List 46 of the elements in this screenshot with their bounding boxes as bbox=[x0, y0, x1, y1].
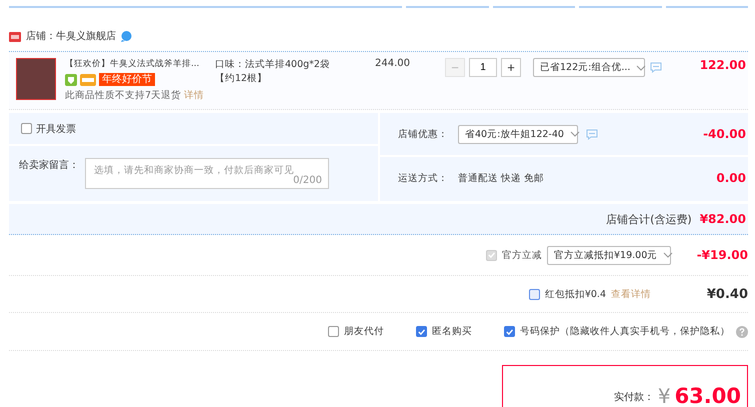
option-label: 朋友代付 bbox=[344, 325, 384, 338]
discount-dropdown[interactable]: 省40元:放牛姐122-40 bbox=[458, 124, 578, 144]
coupon-deduction-amount: ¥0.40 bbox=[706, 286, 748, 302]
unit-price: 244.00 bbox=[375, 58, 411, 69]
checkbox[interactable] bbox=[528, 288, 540, 300]
official-discount-amount: -¥19.00 bbox=[696, 248, 748, 262]
help-icon[interactable] bbox=[736, 326, 748, 338]
shipping-amount: 0.00 bbox=[716, 171, 746, 185]
invoice-label: 开具发票 bbox=[36, 122, 76, 136]
shop-name[interactable]: 店铺：牛臭义旗舰店 bbox=[26, 29, 116, 43]
currency-symbol: ¥ bbox=[658, 384, 671, 407]
return-notice: 此商品性质不支持7天退货 bbox=[65, 90, 182, 101]
payment-label: 实付款： bbox=[614, 390, 654, 404]
shipping-method: 普通配送 快递 免邮 bbox=[458, 172, 544, 184]
shop-discount-label: 店铺优惠： bbox=[398, 128, 449, 140]
quantity-field[interactable]: 1 bbox=[469, 58, 497, 77]
shop-total-amount: ¥82.00 bbox=[700, 212, 746, 226]
photo-placeholder[interactable] bbox=[16, 58, 56, 100]
checkbox[interactable] bbox=[21, 123, 32, 134]
payment-amount: 63.00 bbox=[674, 384, 741, 407]
caret-icon bbox=[570, 131, 580, 137]
shield-icon bbox=[65, 74, 77, 86]
coupon-deduction-label: 红包抵扣¥0.4 bbox=[544, 288, 606, 300]
chat-bubble-icon[interactable] bbox=[121, 30, 132, 42]
store-icon bbox=[9, 30, 21, 42]
subtotal: 122.00 bbox=[700, 58, 746, 72]
chat-icon[interactable] bbox=[650, 62, 662, 73]
promo-badge: 年终好价节 bbox=[99, 73, 155, 86]
shop-total-label: 店铺合计(含运费) bbox=[606, 212, 692, 226]
caret-icon bbox=[636, 64, 646, 70]
option-label: 匿名购买 bbox=[432, 325, 472, 338]
promo-dropdown[interactable]: 已省122元:组合优... bbox=[533, 58, 645, 77]
item-title[interactable]: 【狂欢价】牛臭义法式战斧羊排... bbox=[65, 58, 200, 70]
increase-button[interactable]: + bbox=[501, 58, 521, 77]
option-label: 号码保护（隐藏收件人真实手机号，保护隐私） bbox=[520, 325, 730, 338]
checkbox[interactable] bbox=[504, 326, 515, 337]
item-attribute: 口味：法式羊排400g*2袋【约12根】 bbox=[215, 58, 331, 86]
official-discount-label: 官方立减 bbox=[502, 248, 542, 262]
chat-icon[interactable] bbox=[586, 128, 598, 140]
card-icon bbox=[80, 74, 96, 86]
shipping-label: 运送方式： bbox=[398, 172, 449, 184]
checkbox[interactable] bbox=[328, 326, 339, 337]
discount-amount: -40.00 bbox=[703, 127, 746, 141]
checkbox[interactable] bbox=[416, 326, 427, 337]
caret-icon bbox=[663, 252, 674, 258]
message-label: 给卖家留言： bbox=[19, 158, 79, 172]
